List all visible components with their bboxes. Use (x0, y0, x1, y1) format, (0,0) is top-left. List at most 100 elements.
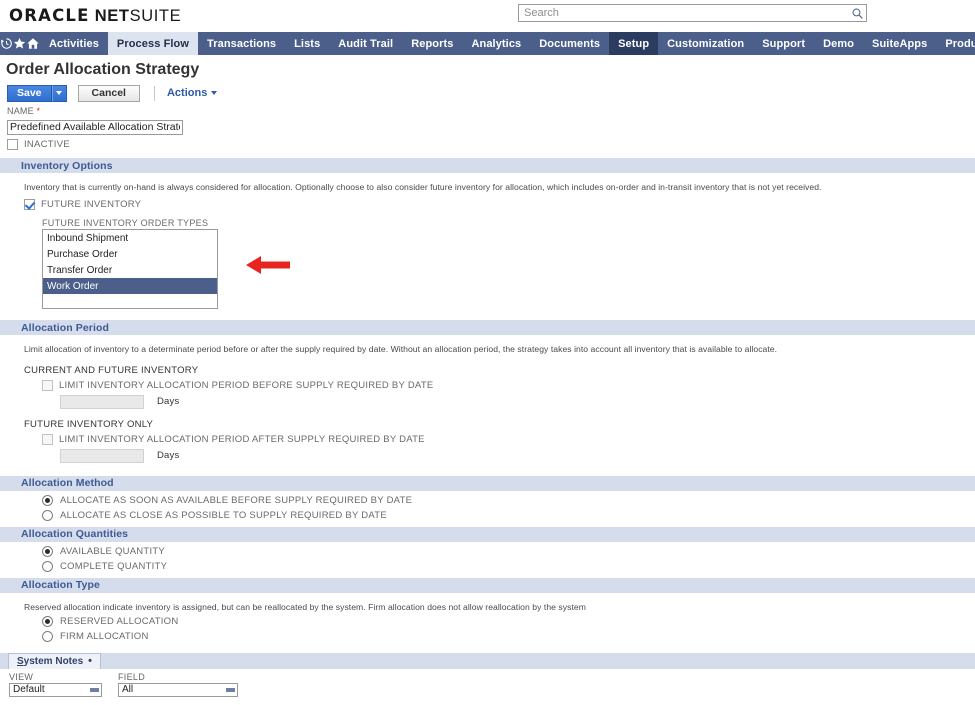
system-notes-tabstrip[interactable]: System Notes • (0, 651, 975, 669)
listbox-option-transfer-order[interactable]: Transfer Order (43, 262, 217, 278)
days-after-input[interactable] (60, 448, 144, 463)
limit-after-checkbox-row[interactable]: LIMIT INVENTORY ALLOCATION PERIOD AFTER … (42, 433, 975, 445)
listbox-option-inbound-shipment[interactable]: Inbound Shipment (43, 230, 217, 246)
nav-item-demo[interactable]: Demo (814, 32, 863, 55)
field-select[interactable]: All (118, 682, 238, 697)
nav-item-list[interactable]: Activities Process Flow Transactions Lists A… (40, 32, 975, 55)
limit-after-checkbox[interactable] (42, 433, 53, 445)
save-dropdown-button[interactable] (51, 84, 67, 102)
global-search[interactable] (518, 4, 867, 22)
future-inventory-checkbox-row[interactable]: FUTURE INVENTORY (24, 199, 975, 211)
allocation-quantities-label: COMPLETE QUANTITY (60, 560, 168, 572)
allocation-quantities-option-row[interactable]: COMPLETE QUANTITY (42, 560, 975, 572)
allocation-quantities-radio-group[interactable]: AVAILABLE QUANTITY COMPLETE QUANTITY (24, 545, 975, 572)
name-input[interactable] (7, 119, 183, 135)
main-navigation[interactable]: Activities Process Flow Transactions Lists A… (0, 32, 975, 55)
allocation-method-label: ALLOCATE AS SOON AS AVAILABLE BEFORE SUP… (60, 494, 413, 506)
nav-item-process-flow[interactable]: Process Flow (107, 32, 199, 55)
allocation-type-option-row[interactable]: FIRM ALLOCATION (42, 630, 975, 642)
nav-item-analytics[interactable]: Analytics (462, 32, 530, 55)
required-marker: * (36, 106, 41, 116)
oracle-netsuite-logo: ORACLE NETSUITE (9, 6, 181, 26)
actions-menu[interactable]: Actions (166, 87, 218, 99)
nav-item-audit-trail[interactable]: Audit Trail (329, 32, 402, 55)
days-before-input[interactable] (60, 394, 144, 409)
inventory-options-help: Inventory that is currently on-hand is a… (24, 182, 822, 192)
allocation-method-title: Allocation Method (21, 477, 114, 490)
nav-item-documents[interactable]: Documents (530, 32, 609, 55)
future-inventory-checkbox[interactable] (24, 199, 35, 211)
allocation-method-option-row[interactable]: ALLOCATE AS CLOSE AS POSSIBLE TO SUPPLY … (42, 509, 975, 521)
nav-item-transactions[interactable]: Transactions (198, 32, 285, 55)
allocation-quantities-radio[interactable] (42, 560, 53, 572)
listbox-option-work-order[interactable]: Work Order (43, 278, 217, 295)
allocation-type-body: Reserved allocation indicate inventory i… (0, 593, 975, 644)
save-button[interactable]: Save (7, 84, 52, 102)
nav-item-setup[interactable]: Setup (609, 32, 659, 55)
allocation-period-help: Limit allocation of inventory to a deter… (24, 344, 778, 355)
allocation-method-radio[interactable] (42, 494, 53, 506)
allocation-period-body: Limit allocation of inventory to a deter… (0, 335, 975, 463)
allocation-type-radio[interactable] (42, 630, 53, 642)
inactive-label: INACTIVE (24, 139, 70, 150)
chevron-down-icon (211, 91, 218, 95)
allocation-method-radio-group[interactable]: ALLOCATE AS SOON AS AVAILABLE BEFORE SUP… (24, 494, 975, 521)
nav-item-products[interactable]: Products (936, 32, 975, 55)
allocation-quantities-option-row[interactable]: AVAILABLE QUANTITY (42, 545, 975, 557)
save-button-group[interactable]: Save (7, 84, 67, 102)
inventory-options-title: Inventory Options (21, 159, 113, 172)
system-notes-filters[interactable]: VIEW Default FIELD All (0, 672, 975, 697)
allocation-quantities-radio[interactable] (42, 545, 53, 557)
chevron-down-icon (226, 687, 235, 692)
allocation-quantities-title: Allocation Quantities (21, 528, 129, 541)
star-icon[interactable] (13, 32, 26, 55)
view-select-value: Default (13, 684, 45, 696)
system-notes-tab-label: System Notes (17, 655, 84, 667)
search-icon[interactable] (848, 5, 866, 21)
allocation-type-radio-group[interactable]: RESERVED ALLOCATION FIRM ALLOCATION (24, 615, 975, 642)
listbox-option-empty[interactable] (43, 294, 217, 308)
allocation-type-label: RESERVED ALLOCATION (60, 615, 179, 627)
tab-system-notes[interactable]: System Notes • (8, 652, 101, 669)
days-after-unit: Days (157, 450, 180, 462)
limit-before-checkbox[interactable] (42, 379, 53, 391)
limit-before-label: LIMIT INVENTORY ALLOCATION PERIOD BEFORE… (59, 379, 434, 391)
logo-oracle-text: ORACLE (9, 6, 90, 25)
inactive-checkbox-row[interactable]: INACTIVE (7, 139, 975, 150)
limit-before-checkbox-row[interactable]: LIMIT INVENTORY ALLOCATION PERIOD BEFORE… (42, 379, 975, 391)
search-input[interactable] (519, 5, 848, 21)
cancel-button[interactable]: Cancel (77, 84, 140, 102)
field-select-value: All (122, 684, 134, 696)
limit-after-label: LIMIT INVENTORY ALLOCATION PERIOD AFTER … (59, 433, 425, 445)
allocation-method-radio[interactable] (42, 509, 53, 521)
nav-item-activities[interactable]: Activities (40, 32, 108, 55)
history-icon[interactable] (0, 32, 13, 55)
record-toolbar[interactable]: Save Cancel Actions (0, 82, 975, 104)
allocation-method-option-row[interactable]: ALLOCATE AS SOON AS AVAILABLE BEFORE SUP… (42, 494, 975, 506)
section-header-allocation-quantities: Allocation Quantities (0, 525, 975, 542)
logo-net-text: NET (89, 7, 130, 25)
allocation-type-option-row[interactable]: RESERVED ALLOCATION (42, 615, 975, 627)
allocation-method-label: ALLOCATE AS CLOSE AS POSSIBLE TO SUPPLY … (60, 509, 387, 521)
days-after-row: Days (60, 448, 975, 463)
system-notes-view-filter[interactable]: VIEW Default (9, 672, 102, 697)
section-header-inventory-options: Inventory Options (0, 157, 975, 173)
listbox-option-purchase-order[interactable]: Purchase Order (43, 246, 217, 262)
name-field-label: NAME * (0, 106, 975, 116)
system-notes-field-filter[interactable]: FIELD All (118, 672, 238, 697)
view-select[interactable]: Default (9, 682, 102, 697)
future-inventory-order-types-listbox[interactable]: Inbound Shipment Purchase Order Transfer O… (42, 229, 218, 310)
actions-label: Actions (166, 87, 208, 99)
chevron-down-icon (90, 687, 99, 692)
nav-item-reports[interactable]: Reports (402, 32, 462, 55)
future-inventory-label: FUTURE INVENTORY (41, 199, 142, 211)
view-filter-label: VIEW (9, 671, 34, 682)
home-icon[interactable] (26, 32, 40, 55)
inactive-checkbox[interactable] (7, 139, 18, 150)
inventory-options-body: Inventory that is currently on-hand is a… (0, 173, 975, 310)
nav-item-support[interactable]: Support (753, 32, 814, 55)
nav-item-suiteapps[interactable]: SuiteApps (863, 32, 936, 55)
nav-item-lists[interactable]: Lists (285, 32, 329, 55)
nav-item-customization[interactable]: Customization (658, 32, 753, 55)
allocation-type-radio[interactable] (42, 615, 53, 627)
